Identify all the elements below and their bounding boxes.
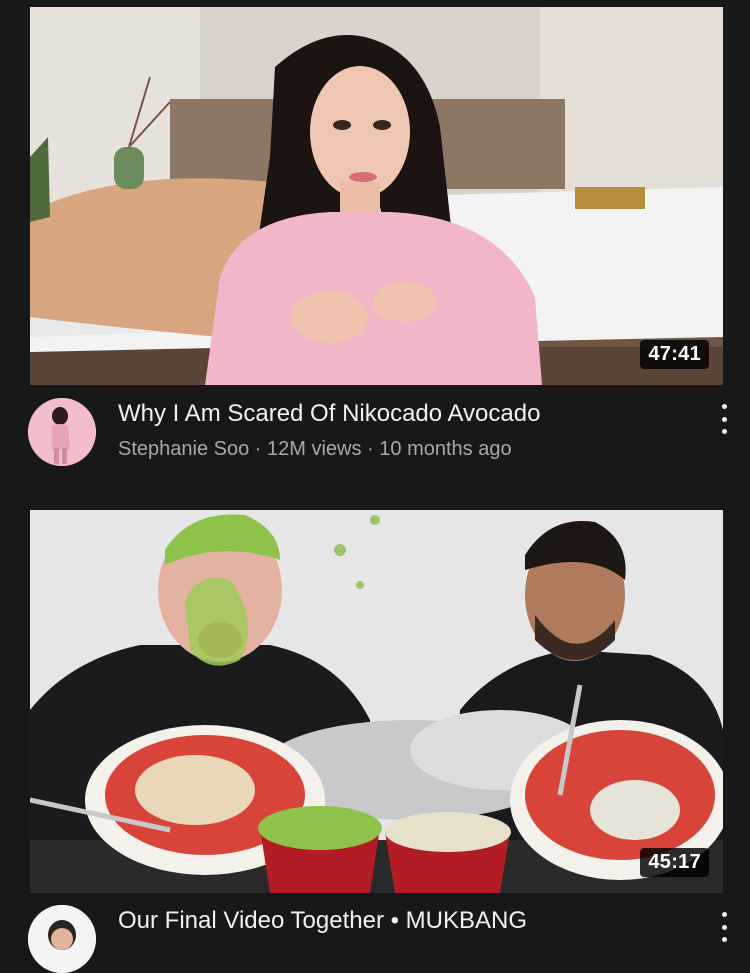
menu-dot [721, 937, 727, 942]
video-thumbnail-1[interactable]: 47:41 [30, 7, 723, 385]
video-card-2[interactable]: 45:17 Our Final Video Together • MUKBANG [0, 480, 750, 973]
menu-dot [721, 416, 727, 422]
video-title-2[interactable]: Our Final Video Together • MUKBANG [118, 907, 527, 935]
video-title-1[interactable]: Why I Am Scared Of Nikocado Avocado [118, 400, 540, 428]
video-meta-1: Stephanie Soo · 12M views · 10 months ag… [118, 438, 512, 461]
thumbnail-1-image [30, 7, 723, 385]
menu-dot [721, 924, 727, 930]
channel-name-1[interactable]: Stephanie Soo [118, 438, 249, 460]
more-vert-icon[interactable] [716, 404, 732, 434]
more-vert-icon[interactable] [716, 912, 732, 942]
video-card-1[interactable]: 47:41 Why I Am Scared Of Nikocado Avocad… [0, 0, 750, 480]
menu-dot [721, 429, 727, 434]
upload-age-1: 10 months ago [379, 438, 512, 460]
view-count-1: 12M views [267, 438, 362, 460]
video-thumbnail-2[interactable]: 45:17 [30, 510, 723, 893]
menu-dot [721, 912, 727, 917]
duration-badge-1: 47:41 [640, 340, 709, 369]
thumbnail-2-image [30, 510, 723, 893]
channel-avatar-1[interactable] [28, 398, 96, 466]
meta-separator: · [249, 438, 268, 460]
channel-avatar-2[interactable] [28, 905, 96, 973]
menu-dot [721, 404, 727, 409]
meta-separator: · [361, 438, 380, 460]
duration-badge-2: 45:17 [640, 848, 709, 877]
avatar-2-image [28, 905, 96, 973]
avatar-1-image [28, 398, 96, 466]
